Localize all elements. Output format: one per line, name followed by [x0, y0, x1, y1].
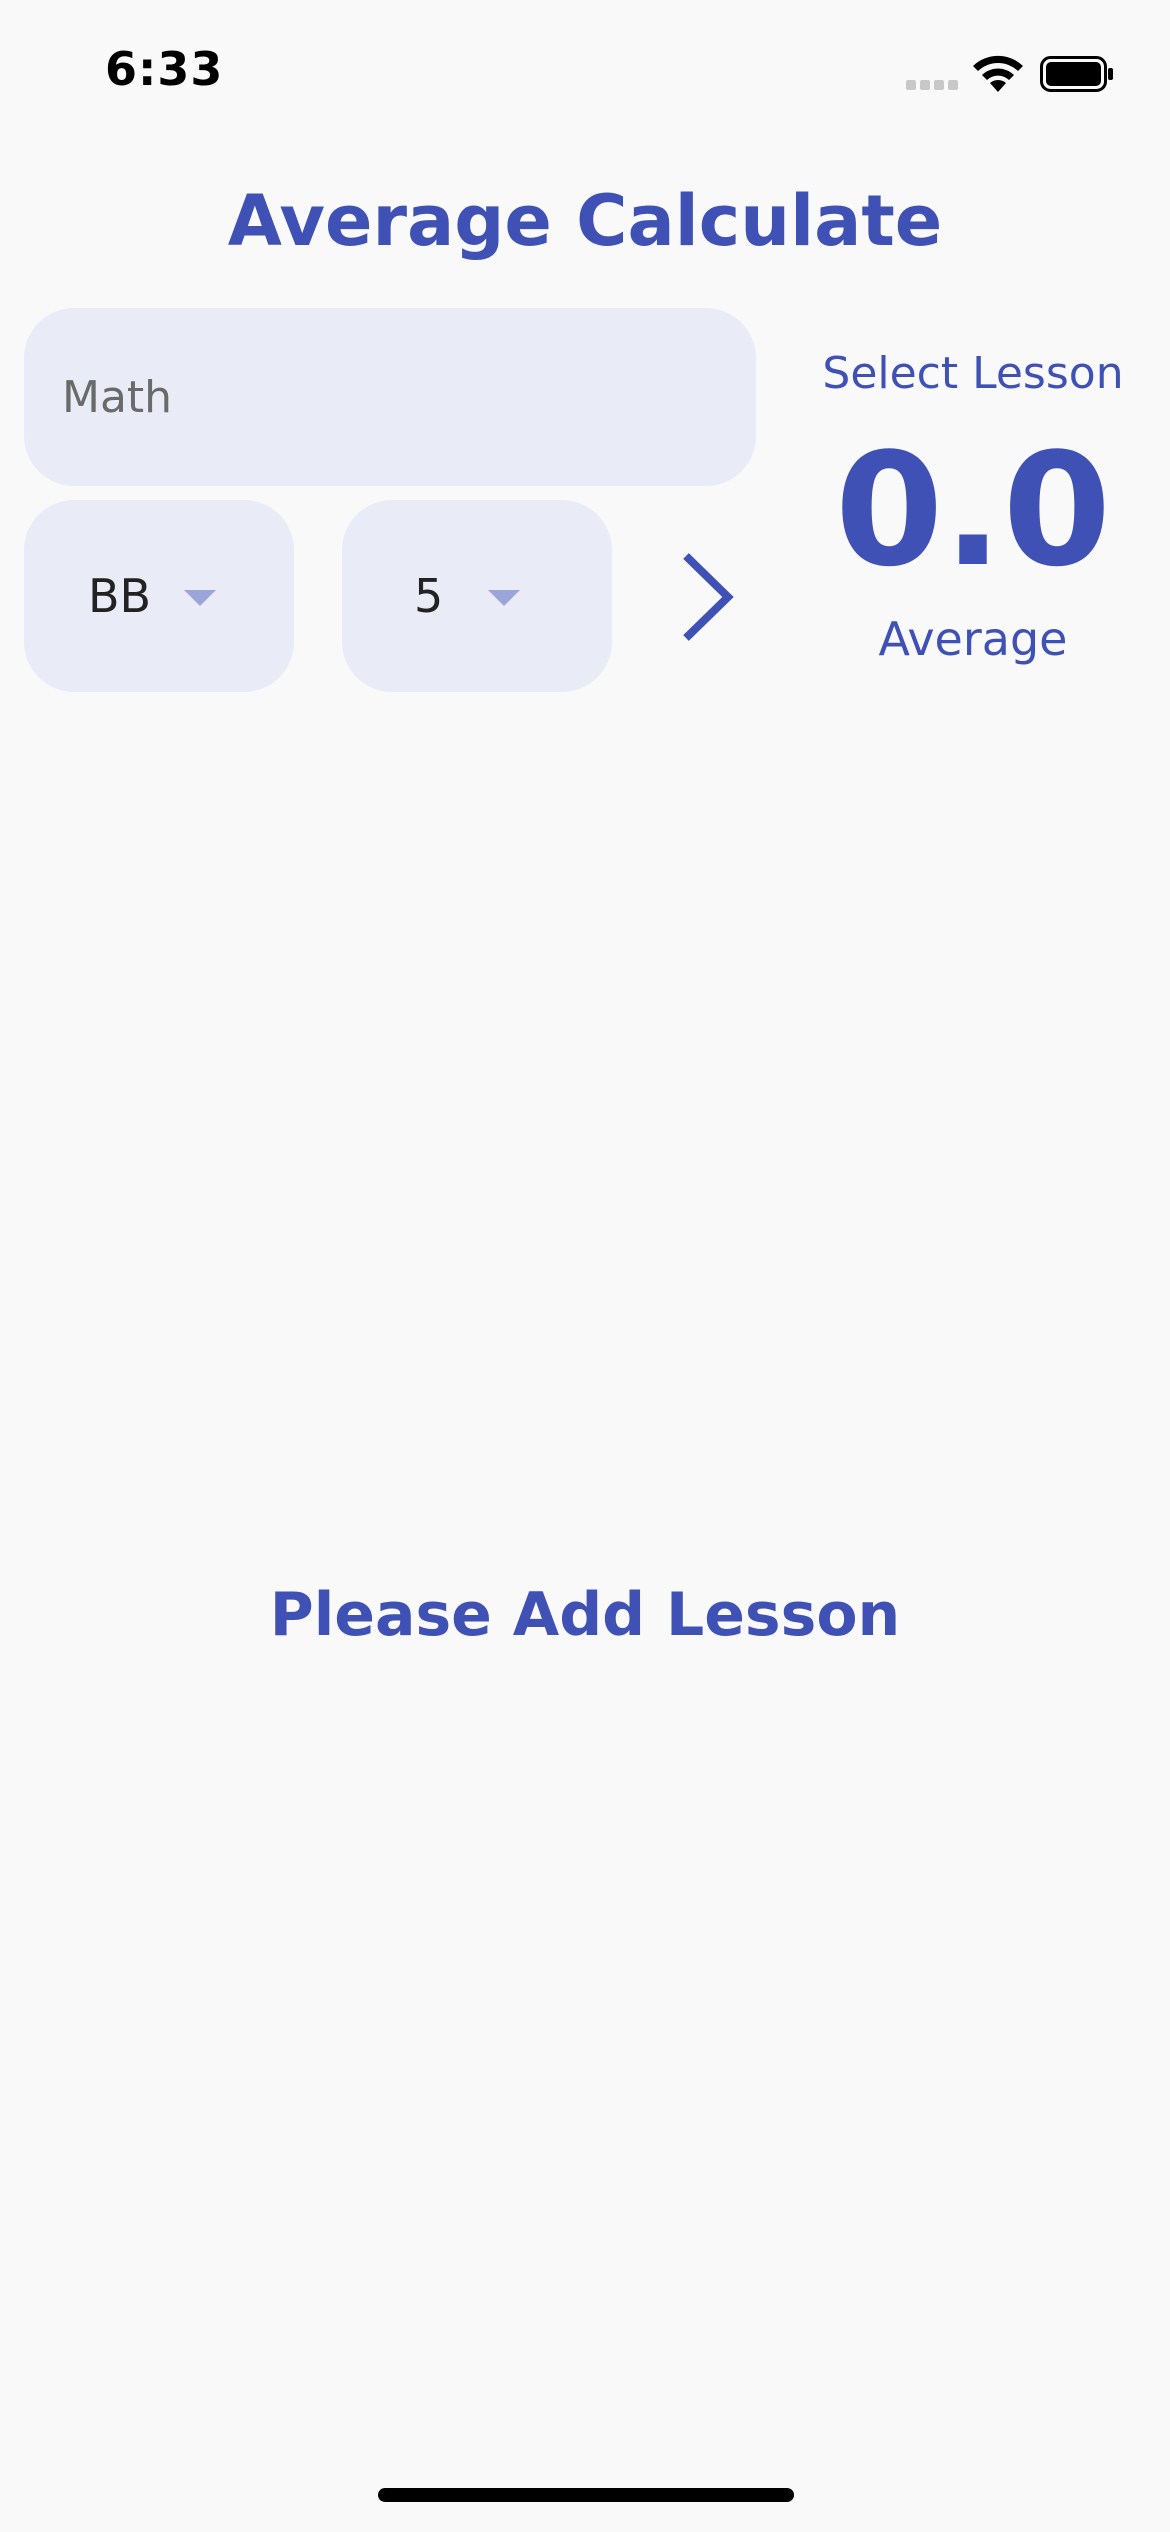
wifi-icon [973, 55, 1023, 92]
credit-dropdown[interactable]: 5 [342, 500, 612, 692]
average-value: 0.0 [834, 419, 1112, 601]
signal-icon [906, 80, 960, 90]
lesson-name-input[interactable] [24, 308, 756, 486]
credit-dropdown-value: 5 [414, 569, 444, 623]
chevron-right-icon [683, 553, 734, 641]
average-label: Average [878, 612, 1068, 666]
status-time: 6:33 [105, 42, 224, 96]
average-caption: Select Lesson [822, 348, 1124, 399]
empty-lesson-message: Please Add Lesson [269, 1580, 901, 1650]
grade-dropdown[interactable]: BB [24, 500, 294, 692]
battery-icon [1040, 56, 1113, 92]
caret-down-icon [488, 590, 520, 606]
caret-down-icon [184, 590, 216, 606]
home-indicator[interactable] [378, 2488, 794, 2502]
page-title: Average Calculate [227, 180, 943, 262]
add-lesson-button[interactable] [672, 548, 744, 646]
grade-dropdown-value: BB [88, 569, 152, 623]
